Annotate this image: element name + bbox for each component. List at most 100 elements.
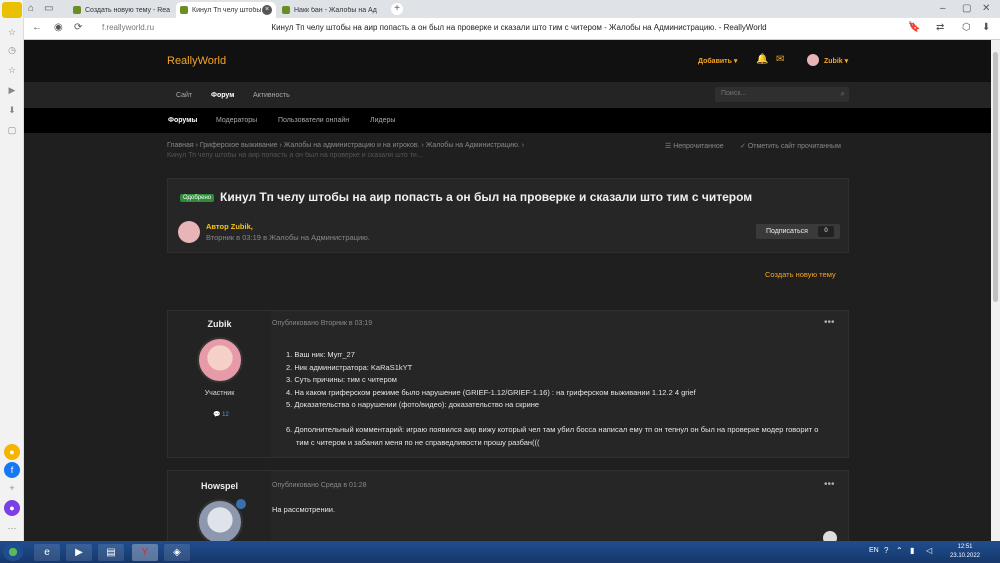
language-indicator[interactable]: EN <box>869 547 879 554</box>
video-icon[interactable]: ▶ <box>4 82 20 98</box>
help-icon[interactable]: ? <box>884 546 888 555</box>
new-tab-button[interactable]: + <box>391 3 403 15</box>
refresh-icon[interactable]: ⟳ <box>74 22 82 33</box>
back-icon[interactable]: ← <box>32 22 42 33</box>
yandex-logo-icon[interactable] <box>2 2 22 18</box>
clock[interactable]: 12:51 23.10.2022 <box>945 543 985 561</box>
post-menu-icon[interactable]: ••• <box>824 317 835 328</box>
tab-ban[interactable]: Накк бан - Жалобы на Ад <box>278 2 383 18</box>
nav-site[interactable]: Сайт <box>176 92 192 99</box>
explorer-icon[interactable]: ▤ <box>98 544 124 561</box>
address-bar: ← ◉ ⟳ f.reallyworld.ru Кинул Тп челу што… <box>24 18 1000 40</box>
translate-icon[interactable]: ⇄ <box>936 22 944 33</box>
close-tab-icon[interactable]: × <box>262 5 272 15</box>
downloads-icon[interactable]: ⬇ <box>4 102 20 118</box>
app-icon[interactable]: ◈ <box>164 544 190 561</box>
media-player-icon[interactable]: ▶ <box>66 544 92 561</box>
mail-icon[interactable]: ✉ <box>776 54 784 65</box>
site-favicon-icon <box>73 6 81 14</box>
unread-link[interactable]: ☰ Непрочитанное <box>665 142 724 150</box>
network-icon[interactable]: ▮ <box>910 546 914 555</box>
extensions-icon[interactable]: ⬡ <box>962 22 971 33</box>
bell-icon[interactable]: 🔔 <box>756 54 768 65</box>
yandex-protect-icon[interactable]: ◉ <box>54 22 63 33</box>
tab-bar: ⌂ ▭ Создать новую тему - Rea Кинул Тп че… <box>24 0 1000 18</box>
subscribe-button[interactable]: Подписаться 0 <box>756 224 840 239</box>
maximize-icon[interactable]: ▢ <box>962 3 971 14</box>
scroll-top-button[interactable] <box>823 531 837 541</box>
subscribe-label: Подписаться <box>766 228 808 235</box>
page-scrollbar[interactable] <box>991 40 1000 541</box>
post-author-name[interactable]: Zubik <box>168 319 271 329</box>
tab-current[interactable]: Кинул Тп челу штобы н × <box>176 2 276 18</box>
notes-icon[interactable]: ▢ <box>4 122 20 138</box>
post-author-avatar[interactable] <box>197 337 243 383</box>
post-author-column <box>168 311 271 457</box>
minimize-icon[interactable]: – <box>940 3 946 14</box>
subnav-leaders[interactable]: Лидеры <box>370 117 395 124</box>
clock-time: 12:51 <box>957 544 973 550</box>
nav-forum[interactable]: Форум <box>211 92 234 99</box>
add-icon[interactable]: + <box>4 480 20 496</box>
start-button[interactable] <box>3 543 23 561</box>
crumb-survival[interactable]: Гриферское выживание <box>200 142 278 149</box>
scrollbar-thumb[interactable] <box>993 52 998 302</box>
crumb-home[interactable]: Главная <box>167 142 194 149</box>
subnav-moderators[interactable]: Модераторы <box>216 117 257 124</box>
volume-icon[interactable]: ◁ <box>926 546 932 555</box>
more-icon[interactable]: ⋯ <box>4 520 20 536</box>
add-menu-button[interactable]: Добавить ▾ <box>698 57 737 65</box>
post-author-role: Участник <box>204 390 235 397</box>
crumb-complaints[interactable]: Жалобы на администрацию и на игроков. <box>284 142 420 149</box>
bookmark-icon[interactable]: ☆ <box>4 24 20 40</box>
ie-icon[interactable]: e <box>34 544 60 561</box>
author-line[interactable]: Автор Zubik, <box>206 222 253 231</box>
history-icon[interactable]: ◷ <box>4 42 20 58</box>
search-icon[interactable]: ⌕ <box>841 89 845 99</box>
downloads-icon[interactable]: ⬇ <box>982 22 990 33</box>
post-line <box>286 412 846 425</box>
url-field[interactable]: f.reallyworld.ru <box>102 23 154 32</box>
author-avatar[interactable] <box>178 221 200 243</box>
status-badge <box>236 499 246 509</box>
tab-create-topic[interactable]: Создать новую тему - Rea <box>69 2 174 18</box>
post-line: тим с читером и забанил меня по не справ… <box>296 437 540 447</box>
tab-label: Накк бан - Жалобы на Ад <box>294 6 377 14</box>
add-label: Добавить <box>698 58 732 65</box>
site-logo[interactable]: ReallyWorld <box>167 55 226 67</box>
search-input[interactable] <box>721 90 821 97</box>
user-menu-button[interactable]: Zubik ▾ <box>824 57 848 65</box>
post: Howspel Опубликовано Среда в 01:28 ••• Н… <box>167 470 849 541</box>
search-box[interactable]: ⌕ <box>715 87 849 102</box>
subnav-forums[interactable]: Форумы <box>168 117 197 124</box>
favorites-icon[interactable]: ☆ <box>4 62 20 78</box>
yandex-browser-icon[interactable]: Y <box>132 544 158 561</box>
facebook-icon[interactable]: f <box>4 462 20 478</box>
tabs-icon[interactable]: ▭ <box>44 3 53 14</box>
alice-icon[interactable]: ● <box>4 500 20 516</box>
subscribe-count: 0 <box>818 226 834 237</box>
post-line: 1. Ваш ник: Myrr_27 <box>286 350 355 359</box>
crumb-admin-complaints[interactable]: Жалобы на Администрацию. <box>426 142 520 149</box>
tab-label: Кинул Тп челу штобы н <box>192 6 262 14</box>
create-topic-button[interactable]: Создать новую тему <box>765 270 836 279</box>
reputation-badge: 💬 12 <box>213 412 229 418</box>
forum-page: ReallyWorld Добавить ▾ 🔔 ✉ Zubik ▾ Сайт … <box>24 40 991 541</box>
subnav-users-online[interactable]: Пользователи онлайн <box>278 117 349 124</box>
post-line: 6. Дополнительный комментарий: играю поя… <box>286 425 819 434</box>
home-icon[interactable]: ⌂ <box>28 3 34 14</box>
post-line: 4. На каком гриферском режиме было наруш… <box>286 387 696 397</box>
bookmark-add-icon[interactable]: 🔖 <box>908 22 920 33</box>
tray-icon[interactable]: ⌃ <box>896 546 903 555</box>
post-author-name[interactable]: Howspel <box>168 481 271 491</box>
post-menu-icon[interactable]: ••• <box>824 479 835 490</box>
close-window-icon[interactable]: ✕ <box>982 3 990 14</box>
user-avatar[interactable] <box>807 54 819 66</box>
post-body: На рассмотрении. <box>272 505 336 514</box>
post-date: Опубликовано Вторник в 03:19 <box>272 320 373 327</box>
nav-activity[interactable]: Активность <box>253 92 290 99</box>
mark-read-link[interactable]: ✓ Отметить сайт прочитанным <box>740 142 841 150</box>
page-title: Кинул Тп челу штобы на аир попасть а он … <box>271 23 767 32</box>
approved-badge: Одобрено <box>180 194 215 202</box>
app-icon[interactable]: ● <box>4 444 20 460</box>
